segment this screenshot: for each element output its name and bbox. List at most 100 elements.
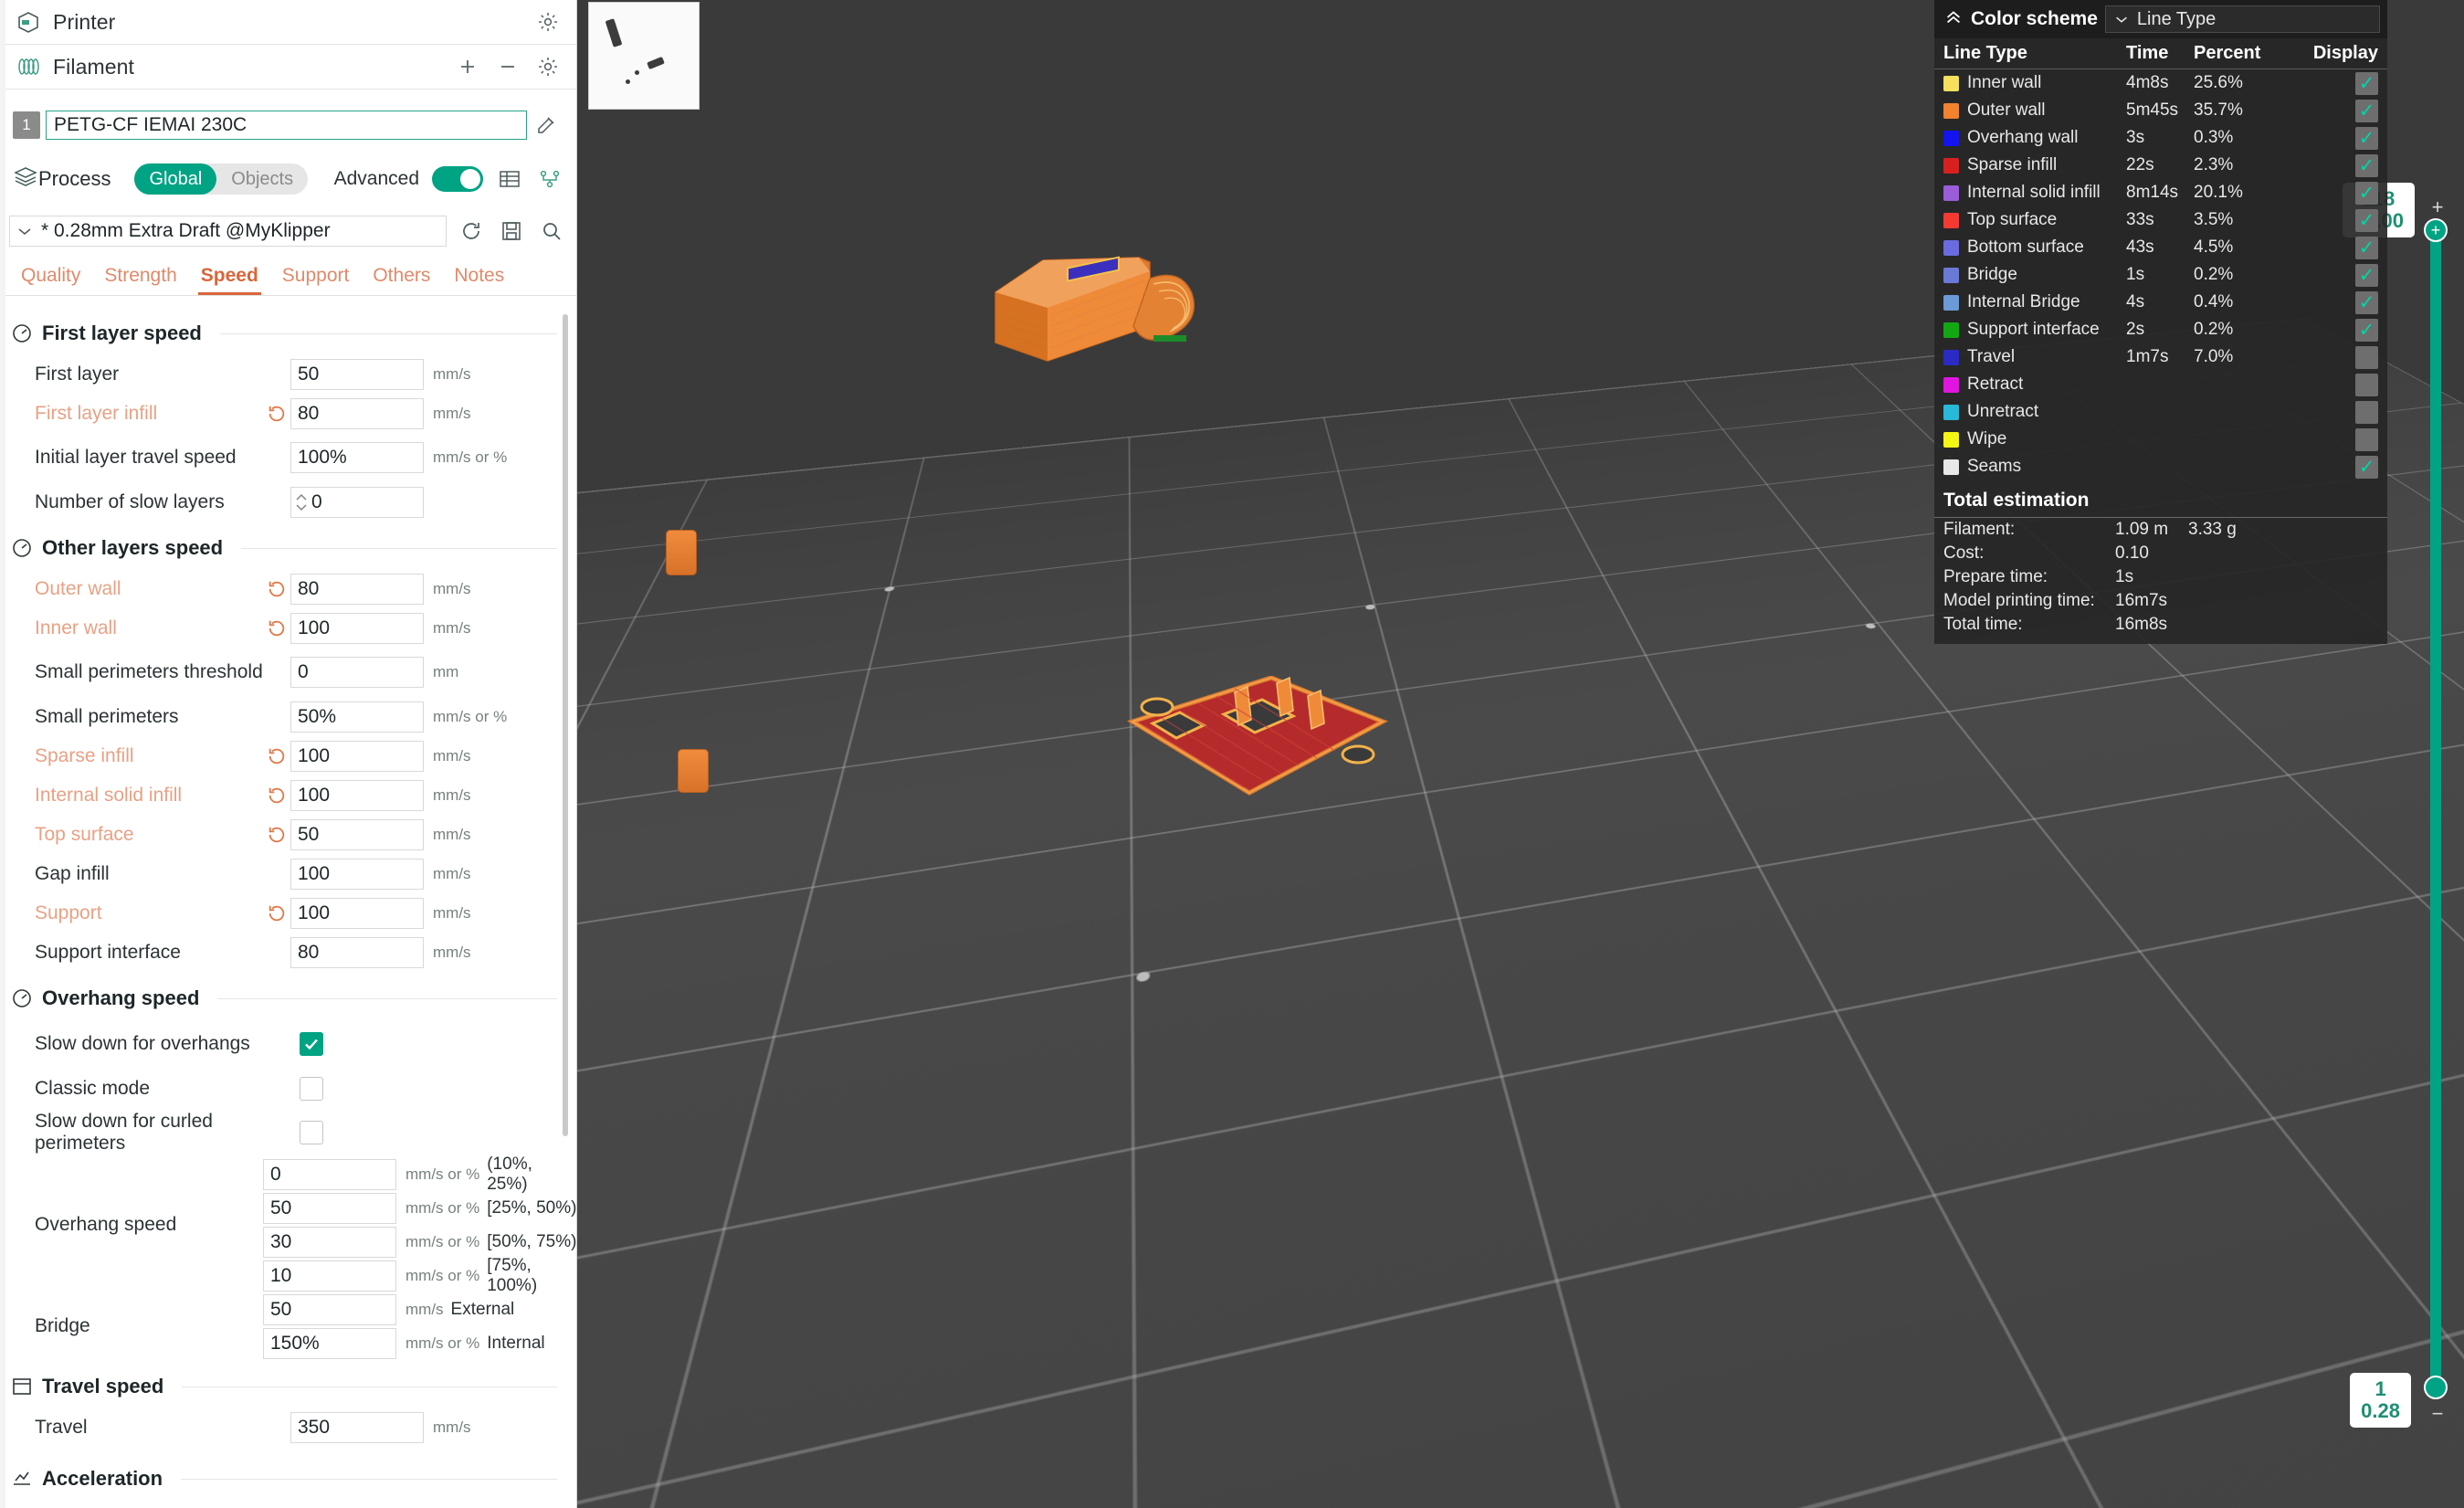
- edit-icon[interactable]: [531, 111, 562, 139]
- minus-icon[interactable]: [494, 53, 521, 80]
- settings-scrollbar[interactable]: [563, 314, 568, 1136]
- overhang-speed-input-1[interactable]: 0: [263, 1159, 396, 1190]
- first-layer-input[interactable]: 50: [290, 359, 424, 390]
- outer-wall-input[interactable]: 80: [290, 574, 424, 605]
- filament-row[interactable]: Filament: [0, 45, 576, 89]
- printed-object-small-1[interactable]: [666, 530, 697, 575]
- sparse-infill-input[interactable]: 100: [290, 741, 424, 772]
- tab-others[interactable]: Others: [361, 265, 442, 295]
- legend-row[interactable]: Inner wall 4m8s 25.6% ✓: [1934, 69, 2387, 97]
- display-checkbox[interactable]: [2355, 401, 2378, 424]
- compare-icon[interactable]: [496, 165, 523, 193]
- legend-row[interactable]: Wipe: [1934, 426, 2387, 453]
- scope-global-button[interactable]: Global: [134, 163, 216, 195]
- tree-icon[interactable]: [536, 165, 563, 193]
- display-checkbox[interactable]: ✓: [2355, 127, 2378, 150]
- printed-object-lower[interactable]: [1125, 676, 1390, 799]
- display-checkbox[interactable]: [2355, 428, 2378, 451]
- legend-row[interactable]: Overhang wall 3s 0.3% ✓: [1934, 124, 2387, 152]
- support-interface-input[interactable]: 80: [290, 937, 424, 968]
- classic-mode-checkbox[interactable]: [300, 1077, 323, 1101]
- internal-solid-infill-input[interactable]: 100: [290, 780, 424, 811]
- inner-wall-input[interactable]: 100: [290, 613, 424, 644]
- initial-layer-travel-speed-input[interactable]: 100%: [290, 442, 424, 473]
- tab-speed[interactable]: Speed: [189, 265, 270, 295]
- gap-infill-input[interactable]: 100: [290, 859, 424, 890]
- minus-icon[interactable]: −: [2426, 1402, 2449, 1426]
- color-scheme-select[interactable]: Line Type: [2105, 5, 2380, 33]
- chevrons-up-icon[interactable]: [1943, 6, 1964, 32]
- top-surface-input[interactable]: 50: [290, 819, 424, 850]
- legend-row[interactable]: Outer wall 5m45s 35.7% ✓: [1934, 97, 2387, 124]
- reset-icon[interactable]: [263, 786, 290, 806]
- display-checkbox[interactable]: [2355, 346, 2378, 369]
- display-checkbox[interactable]: ✓: [2355, 209, 2378, 232]
- support-input[interactable]: 100: [290, 898, 424, 929]
- small-perimeters-input[interactable]: 50%: [290, 701, 424, 733]
- display-checkbox[interactable]: ✓: [2355, 264, 2378, 287]
- legend-row[interactable]: Sparse infill 22s 2.3% ✓: [1934, 152, 2387, 179]
- display-checkbox[interactable]: ✓: [2355, 154, 2378, 177]
- model-thumbnail[interactable]: [588, 2, 700, 110]
- legend-row[interactable]: Bottom surface 43s 4.5% ✓: [1934, 234, 2387, 261]
- reset-icon[interactable]: [263, 579, 290, 599]
- scope-objects-button[interactable]: Objects: [216, 163, 308, 195]
- layer-slider-upper-handle[interactable]: +: [2424, 218, 2448, 242]
- gear-icon[interactable]: [534, 8, 562, 36]
- overhang-speed-input-3[interactable]: 30: [263, 1227, 396, 1258]
- layer-slider-track[interactable]: [2430, 224, 2441, 1394]
- settings-list[interactable]: First layer speed First layer 50 mm/s Fi…: [0, 307, 577, 1508]
- display-checkbox[interactable]: ✓: [2355, 237, 2378, 259]
- legend-row[interactable]: Travel 1m7s 7.0%: [1934, 343, 2387, 371]
- advanced-toggle[interactable]: [432, 166, 483, 192]
- legend-row[interactable]: Internal Bridge 4s 0.4% ✓: [1934, 289, 2387, 316]
- reset-icon[interactable]: [263, 903, 290, 923]
- display-checkbox[interactable]: ✓: [2355, 319, 2378, 342]
- display-checkbox[interactable]: [2355, 374, 2378, 396]
- preset-combobox[interactable]: * 0.28mm Extra Draft @MyKlipper: [9, 216, 447, 247]
- legend-row[interactable]: Retract: [1934, 371, 2387, 398]
- search-icon[interactable]: [538, 217, 565, 245]
- reset-icon[interactable]: [263, 746, 290, 766]
- slow-down-for-overhangs-checkbox[interactable]: [300, 1032, 323, 1056]
- number-of-slow-layers-stepper[interactable]: 0: [290, 487, 424, 518]
- slow-down-for-curled-perimeters-checkbox[interactable]: [300, 1121, 323, 1144]
- legend-row[interactable]: Support interface 2s 0.2% ✓: [1934, 316, 2387, 343]
- reset-icon[interactable]: [263, 404, 290, 424]
- first-layer-infill-input[interactable]: 80: [290, 398, 424, 429]
- small-perimeters-threshold-input[interactable]: 0: [290, 657, 424, 688]
- display-checkbox[interactable]: ✓: [2355, 291, 2378, 314]
- layer-slider-lower-handle[interactable]: [2424, 1376, 2448, 1399]
- bridge-external-input[interactable]: 50: [263, 1294, 396, 1325]
- filament-name-input[interactable]: PETG-CF IEMAI 230C: [46, 111, 527, 140]
- save-icon[interactable]: [498, 217, 525, 245]
- printer-row[interactable]: Printer: [0, 0, 576, 44]
- tab-quality[interactable]: Quality: [9, 265, 92, 295]
- legend-row[interactable]: Bridge 1s 0.2% ✓: [1934, 261, 2387, 289]
- printed-object-small-2[interactable]: [678, 749, 709, 793]
- layer-slider[interactable]: +: [2424, 224, 2448, 1394]
- overhang-speed-input-4[interactable]: 10: [263, 1260, 396, 1292]
- display-checkbox[interactable]: ✓: [2355, 72, 2378, 95]
- legend-row[interactable]: Unretract: [1934, 398, 2387, 426]
- legend-row[interactable]: Top surface 33s 3.5% ✓: [1934, 206, 2387, 234]
- bridge-internal-input[interactable]: 150%: [263, 1328, 396, 1359]
- legend-row[interactable]: Seams ✓: [1934, 453, 2387, 480]
- overhang-speed-input-2[interactable]: 50: [263, 1193, 396, 1224]
- gear-icon[interactable]: [534, 53, 562, 80]
- reset-icon[interactable]: [263, 618, 290, 638]
- plus-icon[interactable]: +: [2426, 195, 2449, 219]
- tab-strength[interactable]: Strength: [92, 265, 188, 295]
- display-checkbox[interactable]: ✓: [2355, 456, 2378, 479]
- display-checkbox[interactable]: ✓: [2355, 182, 2378, 205]
- plus-icon[interactable]: [454, 53, 481, 80]
- printed-object-upper[interactable]: [993, 251, 1235, 384]
- travel-input[interactable]: 350: [290, 1412, 424, 1443]
- display-checkbox[interactable]: ✓: [2355, 100, 2378, 122]
- reset-icon[interactable]: [458, 217, 485, 245]
- tab-notes[interactable]: Notes: [442, 265, 516, 295]
- legend-row[interactable]: Internal solid infill 8m14s 20.1% ✓: [1934, 179, 2387, 206]
- reset-icon[interactable]: [263, 825, 290, 845]
- tab-support[interactable]: Support: [270, 265, 362, 295]
- preview-viewport[interactable]: + 118 17.00 1 0.28 Color scheme Line Typ…: [577, 0, 2464, 1508]
